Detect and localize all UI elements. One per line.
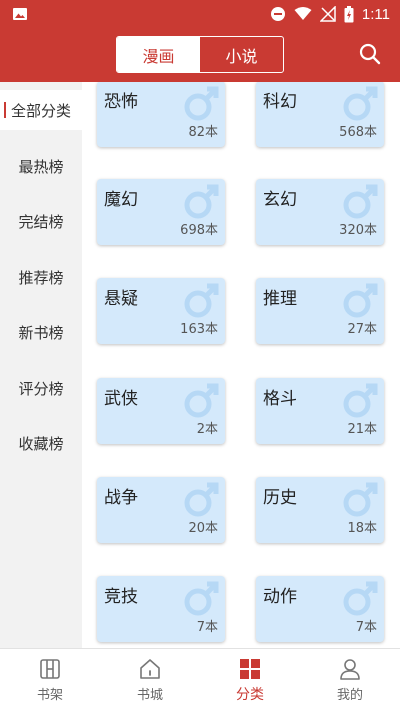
nav-bookstore[interactable]: 书城 — [100, 649, 200, 711]
nav-label: 分类 — [236, 687, 264, 703]
bookshelf-icon — [40, 659, 60, 679]
category-count: 320本 — [339, 223, 377, 238]
male-symbol-icon — [343, 283, 378, 318]
category-card-wuxia[interactable]: 武侠 2本 — [97, 378, 225, 444]
category-card-history[interactable]: 历史 18本 — [256, 477, 384, 543]
male-symbol-icon — [343, 482, 378, 517]
nav-label: 我的 — [336, 688, 363, 703]
male-symbol-icon — [343, 581, 378, 616]
category-name: 悬疑 — [104, 289, 138, 309]
category-icon — [240, 659, 260, 679]
gallery-notification-icon — [12, 6, 28, 22]
sidebar-item-recommended[interactable]: 推荐榜 — [0, 257, 82, 297]
search-icon[interactable] — [358, 42, 382, 66]
category-sidebar: 全部分类 最热榜 完结榜 推荐榜 新书榜 评分榜 收藏榜 — [0, 82, 82, 648]
category-count: 568本 — [339, 125, 377, 140]
battery-charging-icon — [344, 5, 354, 23]
category-name: 竞技 — [104, 587, 138, 607]
category-card-scifi[interactable]: 科幻 568本 — [256, 82, 384, 147]
male-symbol-icon — [184, 283, 219, 318]
category-count: 2本 — [196, 422, 218, 437]
male-symbol-icon — [343, 383, 378, 418]
status-bar: 1:11 — [0, 0, 400, 28]
category-card-detective[interactable]: 推理 27本 — [256, 278, 384, 344]
category-name: 武侠 — [104, 389, 138, 409]
male-symbol-icon — [343, 184, 378, 219]
category-count: 20本 — [188, 521, 218, 536]
male-symbol-icon — [184, 86, 219, 121]
content-type-switcher: 漫画 小说 — [116, 36, 284, 73]
category-name: 格斗 — [263, 389, 297, 409]
category-count: 18本 — [347, 521, 377, 536]
category-count: 698本 — [180, 223, 218, 238]
sidebar-item-rating[interactable]: 评分榜 — [0, 368, 82, 408]
tab-novels[interactable]: 小说 — [200, 37, 283, 72]
sidebar-item-completed[interactable]: 完结榜 — [0, 201, 82, 241]
male-symbol-icon — [184, 581, 219, 616]
male-symbol-icon — [184, 482, 219, 517]
category-name: 恐怖 — [104, 92, 138, 112]
category-name: 历史 — [263, 488, 297, 508]
category-count: 82本 — [188, 125, 218, 140]
category-name: 魔幻 — [104, 190, 138, 210]
sidebar-item-all-categories[interactable]: 全部分类 — [0, 90, 82, 130]
category-count: 7本 — [355, 620, 377, 635]
category-card-action[interactable]: 动作 7本 — [256, 576, 384, 642]
category-name: 科幻 — [263, 92, 297, 112]
do-not-disturb-icon — [270, 6, 286, 22]
category-count: 27本 — [347, 322, 377, 337]
category-name: 动作 — [263, 587, 297, 607]
category-card-suspense[interactable]: 悬疑 163本 — [97, 278, 225, 344]
category-card-fighting[interactable]: 格斗 21本 — [256, 378, 384, 444]
category-name: 战争 — [104, 488, 138, 508]
category-count: 21本 — [347, 422, 377, 437]
sidebar-item-new-books[interactable]: 新书榜 — [0, 312, 82, 352]
home-icon — [140, 659, 160, 679]
nav-label: 书城 — [136, 688, 163, 703]
profile-icon — [340, 659, 360, 680]
male-symbol-icon — [184, 383, 219, 418]
no-signal-icon — [319, 6, 336, 22]
category-name: 推理 — [263, 289, 297, 309]
nav-category[interactable]: 分类 — [200, 649, 300, 711]
status-icons: 1:11 — [270, 4, 390, 24]
nav-label: 书架 — [36, 688, 63, 703]
clock-time: 1:11 — [361, 5, 390, 23]
category-card-sports[interactable]: 竞技 7本 — [97, 576, 225, 642]
nav-bookshelf[interactable]: 书架 — [0, 649, 100, 711]
category-grid: 恐怖 82本 科幻 568本 魔幻 698本 玄幻 320本 悬疑 163本 推… — [82, 82, 400, 648]
category-card-war[interactable]: 战争 20本 — [97, 477, 225, 543]
male-symbol-icon — [343, 86, 378, 121]
app-header: 漫画 小说 — [0, 28, 400, 82]
male-symbol-icon — [184, 184, 219, 219]
sidebar-item-hottest[interactable]: 最热榜 — [0, 146, 82, 186]
sidebar-item-favorites[interactable]: 收藏榜 — [0, 423, 82, 463]
category-count: 7本 — [196, 620, 218, 635]
category-card-xuanhuan[interactable]: 玄幻 320本 — [256, 179, 384, 245]
bottom-navigation: 书架 书城 分类 我的 — [0, 648, 400, 711]
tab-comics[interactable]: 漫画 — [117, 37, 200, 72]
category-card-horror[interactable]: 恐怖 82本 — [97, 82, 225, 147]
nav-profile[interactable]: 我的 — [300, 649, 400, 711]
category-count: 163本 — [180, 322, 218, 337]
category-name: 玄幻 — [263, 190, 297, 210]
category-card-magic[interactable]: 魔幻 698本 — [97, 179, 225, 245]
wifi-icon — [294, 7, 312, 21]
